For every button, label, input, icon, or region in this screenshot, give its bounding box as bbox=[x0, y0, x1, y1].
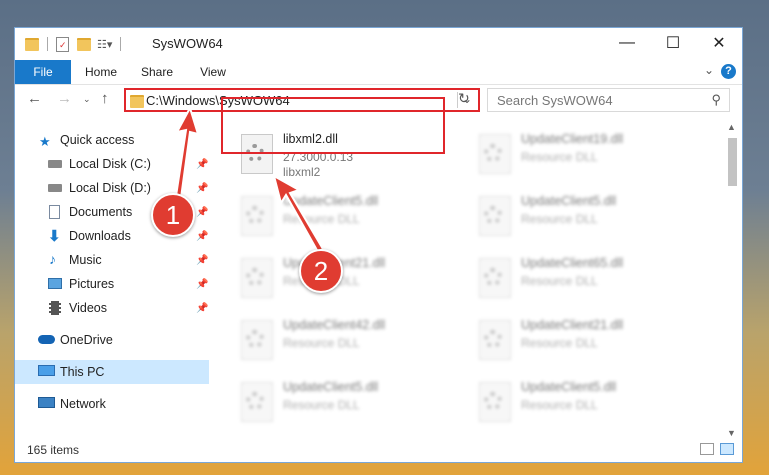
annotation-arrows bbox=[174, 105, 325, 254]
step-badge-1: 1 bbox=[151, 193, 195, 237]
step-badge-2: 2 bbox=[299, 249, 343, 293]
arrow-to-address-bar bbox=[174, 105, 200, 200]
arrow-to-file bbox=[272, 173, 325, 254]
